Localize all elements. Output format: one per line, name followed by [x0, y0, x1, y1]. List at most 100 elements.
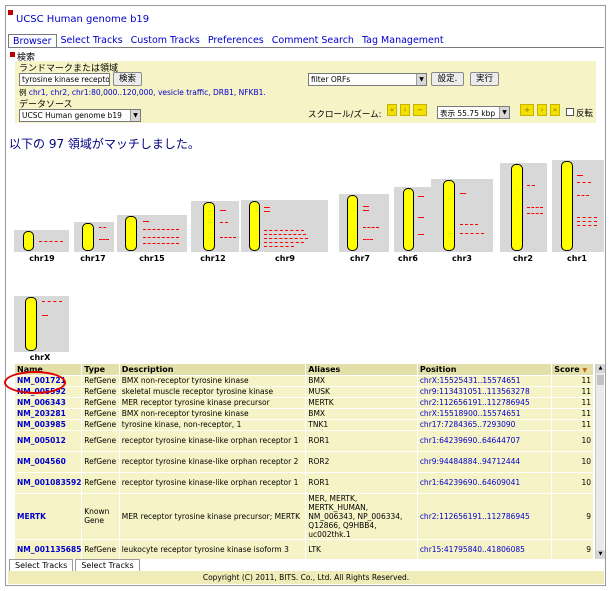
examples-links[interactable]: chr1, chr2, chr1:80,000..120,000, vesicl… [29, 88, 266, 97]
gene-score: 11 [551, 385, 594, 397]
hit-mark[interactable] [143, 237, 179, 238]
tab-preferences[interactable]: Preferences [204, 34, 268, 47]
tab-tag-management[interactable]: Tag Management [358, 34, 448, 47]
hit-mark[interactable] [577, 195, 589, 196]
scroll-far-left-icon[interactable]: « [387, 104, 397, 116]
table-scrollbar[interactable]: ▲ ▼ [595, 364, 605, 559]
column-header-aliases[interactable]: Aliases [305, 364, 418, 375]
tab-comment-search[interactable]: Comment Search [268, 34, 358, 47]
hit-mark[interactable] [418, 217, 424, 218]
table-row: NM_004560 RefGene receptor tyrosine kina… [15, 450, 594, 472]
gene-position-link[interactable]: chr17:7284365..7293090 [417, 418, 553, 430]
hit-mark[interactable] [143, 221, 149, 222]
column-header-description[interactable]: Description [119, 364, 307, 375]
hit-mark[interactable] [460, 233, 484, 234]
gene-description: tyrosine kinase, non-receptor, 1 [119, 418, 307, 430]
zoom-in-icon[interactable]: + [520, 104, 534, 116]
hit-mark[interactable] [460, 193, 466, 194]
scroll-down-icon[interactable]: ▼ [596, 550, 605, 559]
hit-mark[interactable] [577, 225, 597, 226]
chromosome-label: chr17 [80, 254, 106, 263]
tab-custom-tracks[interactable]: Custom Tracks [127, 34, 204, 47]
hit-mark[interactable] [577, 175, 583, 176]
hit-mark[interactable] [363, 210, 369, 211]
filter-select-value: filter ORFs [311, 75, 351, 84]
filter-select[interactable]: filter ORFs ▼ [308, 73, 427, 86]
hit-mark[interactable] [39, 241, 63, 242]
hit-mark[interactable] [264, 242, 304, 243]
zoom-out-icon[interactable]: − [413, 104, 427, 116]
table-row: NM_001721 RefGene BMX non-receptor tyros… [15, 374, 594, 386]
tab-select-tracks[interactable]: Select Tracks [57, 34, 127, 47]
hit-mark[interactable] [264, 234, 306, 235]
hit-mark[interactable] [264, 246, 294, 247]
hit-mark[interactable] [460, 224, 478, 225]
hit-mark[interactable] [143, 229, 179, 230]
run-button[interactable]: 実行 [470, 72, 499, 86]
hit-mark[interactable] [363, 206, 369, 207]
hit-mark[interactable] [577, 182, 591, 183]
hit-mark[interactable] [143, 243, 179, 244]
hit-mark[interactable] [42, 301, 62, 302]
gene-position-link[interactable]: chr2:112656191..112786945 [417, 396, 553, 408]
gene-type: RefGene [81, 450, 120, 472]
gene-aliases: ROR1 [305, 471, 418, 493]
hit-mark[interactable] [363, 239, 373, 240]
gene-name-link[interactable]: NM_001083592 [15, 471, 83, 493]
scroll-right-icon[interactable]: › [537, 104, 547, 116]
gene-score: 10 [551, 471, 594, 493]
hit-mark[interactable] [99, 239, 109, 240]
gene-position-link[interactable]: chrX:15525431..15574651 [417, 374, 553, 386]
gene-name-link[interactable]: MERTK [15, 492, 83, 539]
settings-button[interactable]: 設定. [431, 72, 464, 86]
flip-checkbox[interactable] [566, 108, 574, 116]
hit-mark[interactable] [264, 207, 270, 208]
column-header-score[interactable]: Score ▼ [551, 364, 594, 375]
hit-mark[interactable] [363, 227, 379, 228]
hit-mark[interactable] [527, 185, 535, 186]
chromosome-ideogram [25, 297, 37, 351]
gene-position-link[interactable]: chr9:113431051..113563278 [417, 385, 553, 397]
gene-position-link[interactable]: chr1:64239690..64644707 [417, 429, 553, 451]
gene-name-link[interactable]: NM_004560 [15, 450, 83, 472]
hit-mark[interactable] [418, 234, 424, 235]
gene-name-link[interactable]: NM_001135685 [15, 538, 83, 559]
hit-mark[interactable] [527, 213, 543, 214]
hit-mark[interactable] [577, 217, 597, 218]
gene-score: 11 [551, 407, 594, 419]
gene-name-link[interactable]: NM_003985 [15, 418, 83, 430]
chevron-down-icon: ▼ [499, 107, 509, 118]
gene-name-link[interactable]: NM_203281 [15, 407, 83, 419]
hit-mark[interactable] [220, 210, 226, 211]
scrollbar-thumb[interactable] [597, 375, 604, 385]
hit-mark[interactable] [220, 237, 236, 238]
hit-mark[interactable] [418, 196, 424, 197]
scroll-up-icon[interactable]: ▲ [596, 364, 605, 373]
gene-position-link[interactable]: chr2:112656191..112786945 [417, 492, 553, 539]
zoom-select[interactable]: 表示 55.75 kbp ▼ [437, 106, 510, 119]
gene-name-link[interactable]: NM_006343 [15, 396, 83, 408]
landmark-input[interactable]: tyrosine kinase receptor [19, 73, 110, 86]
hit-mark[interactable] [527, 207, 543, 208]
column-header-type[interactable]: Type [81, 364, 120, 375]
hit-mark[interactable] [99, 227, 106, 228]
hit-mark[interactable] [264, 230, 304, 231]
hit-mark[interactable] [264, 211, 270, 212]
gene-type: RefGene [81, 407, 120, 419]
column-header-position[interactable]: Position [417, 364, 553, 375]
gene-position-link[interactable]: chr9:94484884..94712444 [417, 450, 553, 472]
gene-name-link[interactable]: NM_005012 [15, 429, 83, 451]
scroll-far-right-icon[interactable]: » [550, 104, 560, 116]
hit-mark[interactable] [264, 238, 308, 239]
search-button[interactable]: 検索 [113, 72, 142, 86]
hit-mark[interactable] [42, 315, 48, 316]
examples-prefix: 例 [19, 88, 27, 97]
hit-mark[interactable] [220, 222, 228, 223]
datasource-select[interactable]: UCSC Human genome b19 ▼ [19, 109, 141, 122]
gene-position-link[interactable]: chr15:41795840..41806085 [417, 538, 553, 559]
tab-browser[interactable]: Browser [8, 34, 57, 47]
gene-position-link[interactable]: chrX:15518900..15574651 [417, 407, 553, 419]
hit-mark[interactable] [577, 221, 597, 222]
scroll-left-icon[interactable]: ‹ [400, 104, 410, 116]
gene-position-link[interactable]: chr1:64239690..64609041 [417, 471, 553, 493]
